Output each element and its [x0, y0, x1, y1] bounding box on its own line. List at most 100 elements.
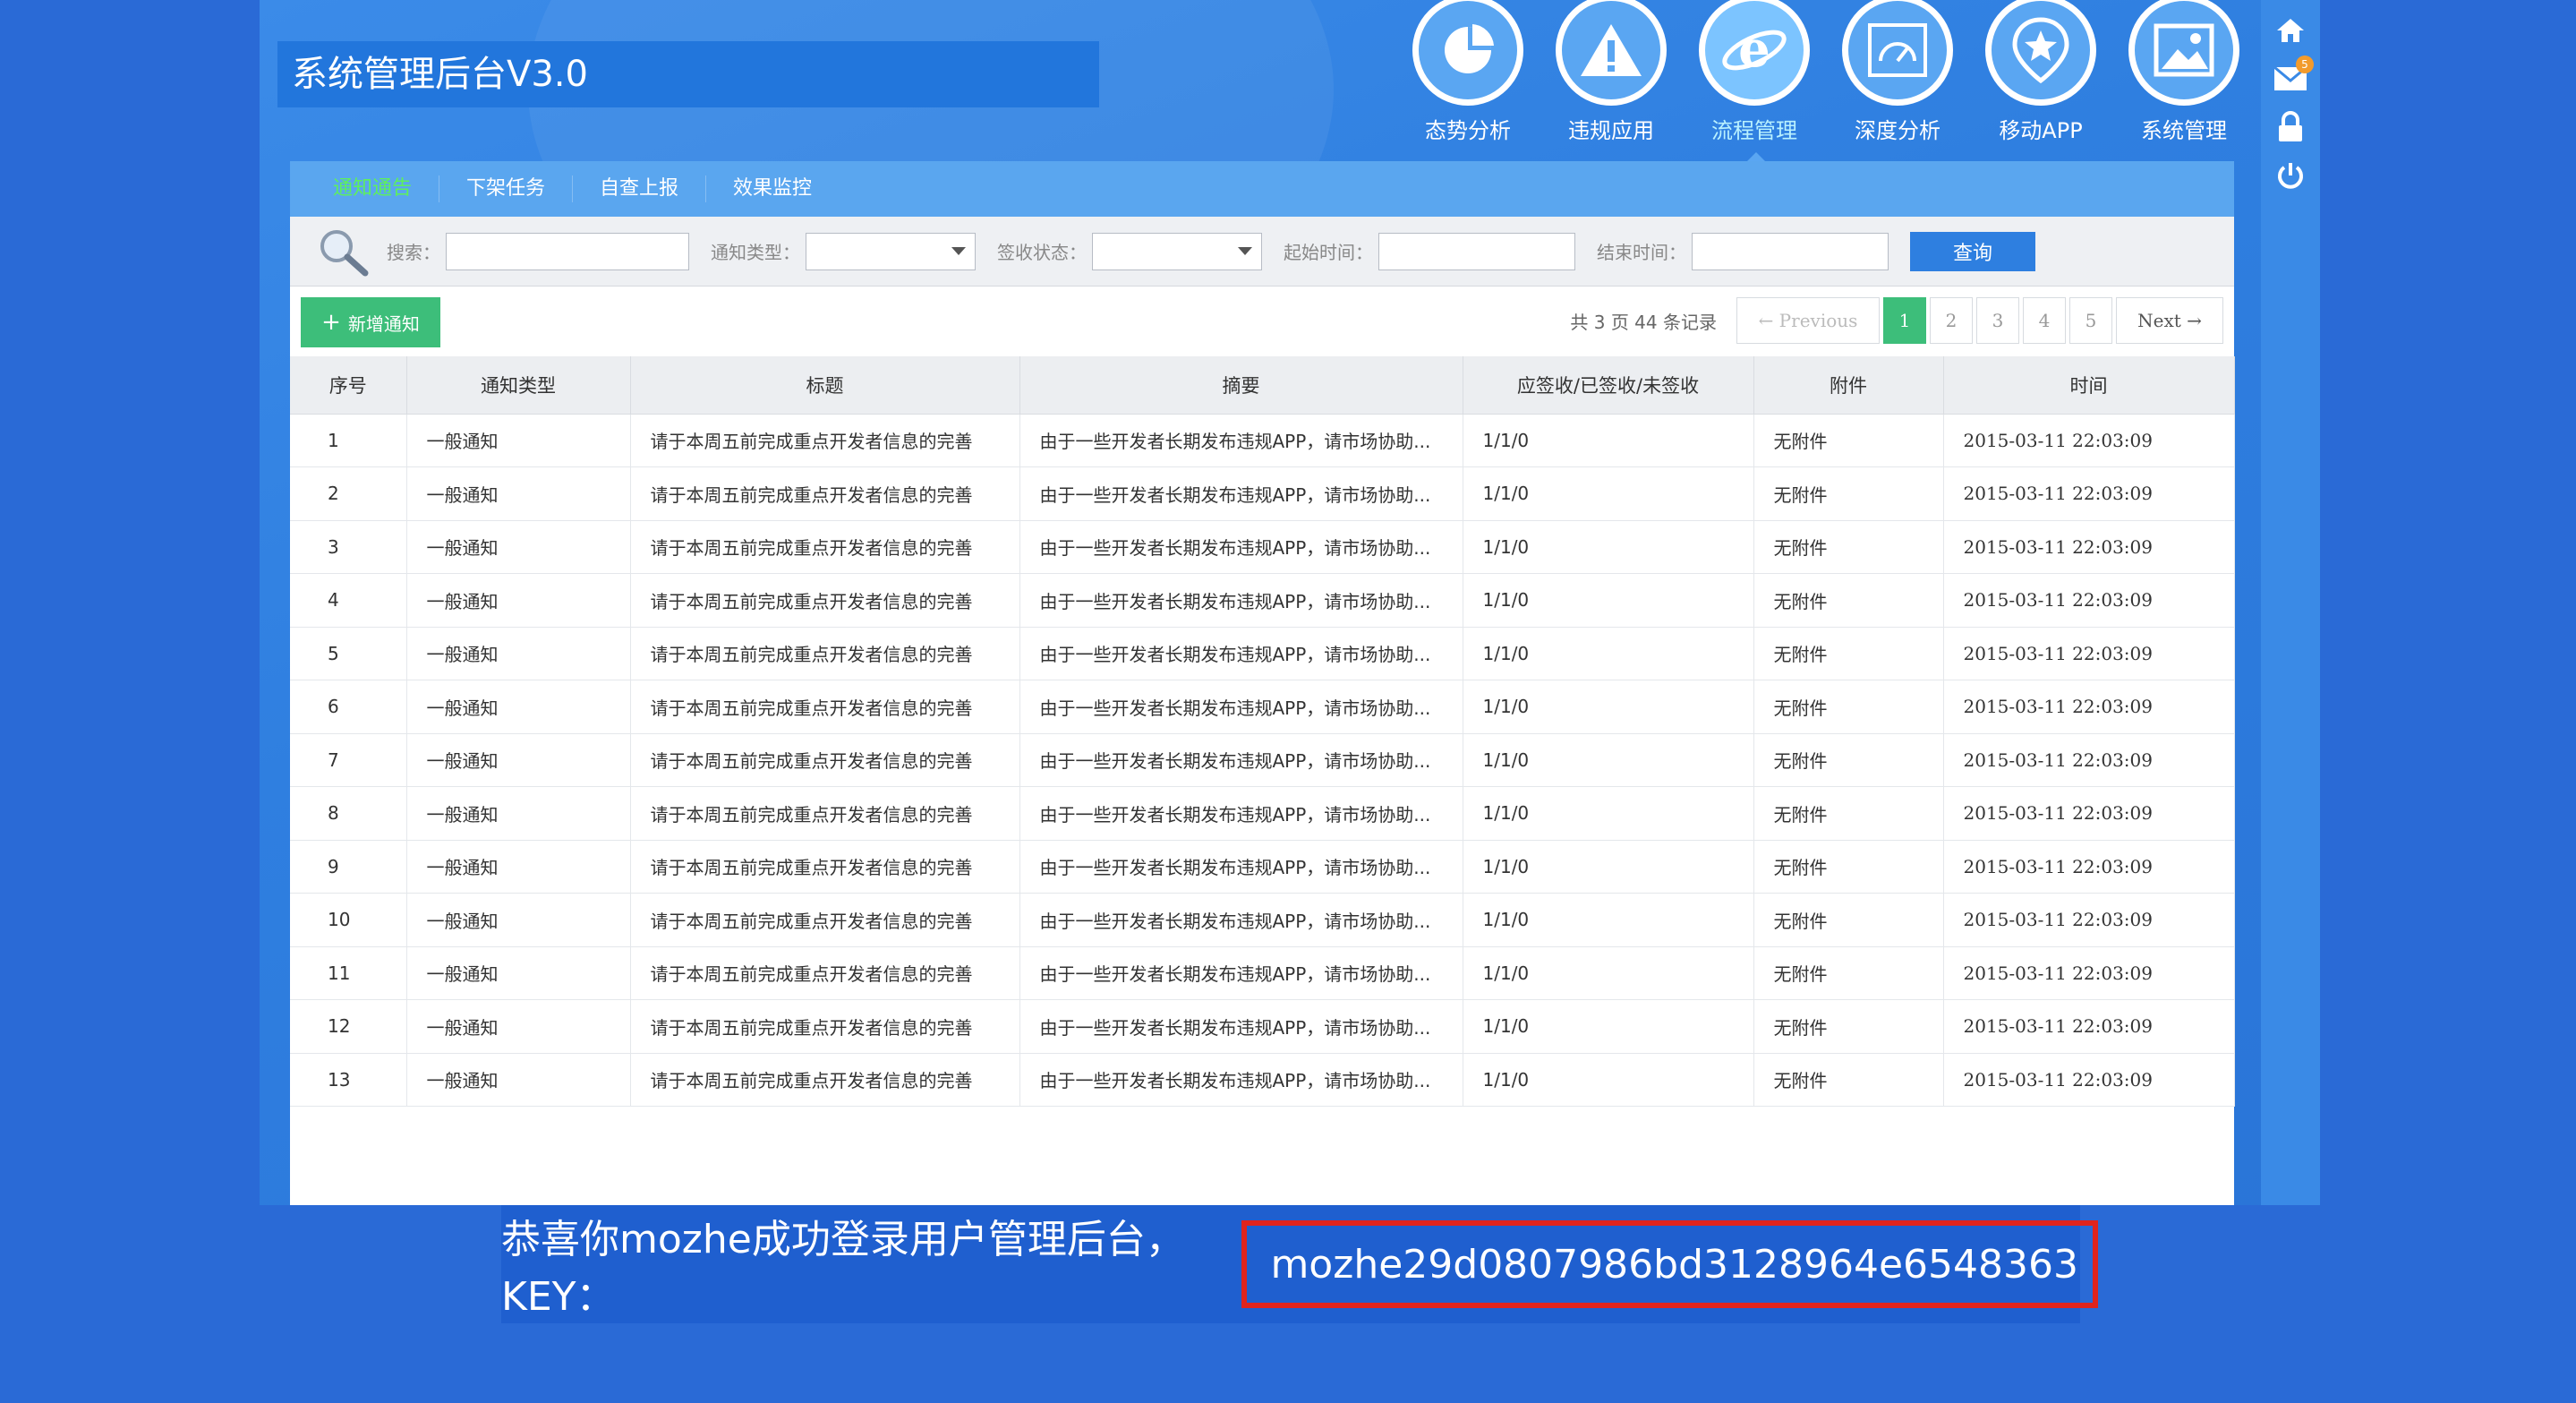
- add-notice-label: 新增通知: [347, 312, 420, 335]
- end-time-input[interactable]: [1692, 232, 1889, 270]
- page-button[interactable]: 4: [2023, 297, 2066, 344]
- page-button[interactable]: 1: [1883, 297, 1926, 344]
- cell-summary: 由于一些开发者长期发布违规APP，请市场协助...: [1019, 999, 1463, 1054]
- cell-sign-status: 1/1/0: [1463, 573, 1754, 628]
- power-icon[interactable]: [2273, 158, 2308, 193]
- nav-label: 违规应用: [1568, 118, 1654, 143]
- tab-self-report[interactable]: 自查上报: [573, 175, 707, 202]
- table-row[interactable]: 10 一般通知 请于本周五前完成重点开发者信息的完善 由于一些开发者长期发布违规APP…: [290, 893, 2235, 947]
- cell-time: 2015-03-11 22:03:09: [1943, 840, 2235, 894]
- tab-bar: 通知通告 下架任务 自查上报 效果监控: [290, 161, 2234, 217]
- page-button[interactable]: 2: [1930, 297, 1973, 344]
- type-select[interactable]: [806, 232, 976, 270]
- cell-summary: 由于一些开发者长期发布违规APP，请市场协助...: [1019, 733, 1463, 787]
- cell-summary: 由于一些开发者长期发布违规APP，请市场协助...: [1019, 893, 1463, 947]
- cell-type: 一般通知: [406, 786, 631, 841]
- nav-item-deep-analysis[interactable]: 深度分析: [1826, 0, 1969, 152]
- cell-title: 请于本周五前完成重点开发者信息的完善: [630, 840, 1020, 894]
- cell-type: 一般通知: [406, 680, 631, 734]
- table-row[interactable]: 11 一般通知 请于本周五前完成重点开发者信息的完善 由于一些开发者长期发布违规APP…: [290, 946, 2235, 1000]
- banner-message: 恭喜你mozhe成功登录用户管理后台，KEY：: [501, 1217, 1185, 1320]
- start-time-input[interactable]: [1378, 232, 1575, 270]
- column-header: 时间: [1943, 356, 2235, 415]
- cell-type: 一般通知: [406, 414, 631, 467]
- gauge-icon: [1842, 0, 1953, 106]
- prev-page-button[interactable]: ← Previous: [1736, 297, 1880, 344]
- home-icon[interactable]: [2273, 13, 2308, 48]
- cell-seq: 7: [290, 733, 407, 787]
- status-select[interactable]: [1092, 232, 1262, 270]
- cell-sign-status: 1/1/0: [1463, 466, 1754, 521]
- next-page-button[interactable]: Next →: [2116, 297, 2223, 344]
- column-header: 附件: [1753, 356, 1944, 415]
- browser-e-icon: e: [1699, 0, 1810, 106]
- page-button[interactable]: 5: [2069, 297, 2112, 344]
- cell-sign-status: 1/1/0: [1463, 733, 1754, 787]
- cell-title: 请于本周五前完成重点开发者信息的完善: [630, 999, 1020, 1054]
- table-row[interactable]: 5 一般通知 请于本周五前完成重点开发者信息的完善 由于一些开发者长期发布违规APP，…: [290, 627, 2235, 680]
- cell-time: 2015-03-11 22:03:09: [1943, 520, 2235, 574]
- nav-item-mobile-app[interactable]: 移动APP: [1969, 0, 2112, 152]
- cell-seq: 1: [290, 414, 407, 467]
- mail-icon[interactable]: 5: [2273, 56, 2314, 97]
- cell-attachment: 无附件: [1753, 1053, 1944, 1107]
- table-header-row: 序号 通知类型 标题 摘要 应签收/已签收/未签收 附件 时间: [290, 356, 2235, 415]
- cell-sign-status: 1/1/0: [1463, 999, 1754, 1054]
- column-header: 应签收/已签收/未签收: [1463, 356, 1754, 415]
- plus-icon: +: [321, 309, 341, 336]
- cell-sign-status: 1/1/0: [1463, 1053, 1754, 1107]
- table-row[interactable]: 1 一般通知 请于本周五前完成重点开发者信息的完善 由于一些开发者长期发布违规APP，…: [290, 414, 2235, 467]
- nav-item-process[interactable]: e 流程管理: [1683, 0, 1826, 165]
- page-button[interactable]: 3: [1976, 297, 2019, 344]
- cell-summary: 由于一些开发者长期发布违规APP，请市场协助...: [1019, 1053, 1463, 1107]
- nav-item-violation[interactable]: 违规应用: [1540, 0, 1683, 152]
- cell-title: 请于本周五前完成重点开发者信息的完善: [630, 520, 1020, 574]
- type-label: 通知类型：: [711, 242, 800, 263]
- table-row[interactable]: 12 一般通知 请于本周五前完成重点开发者信息的完善 由于一些开发者长期发布违规APP…: [290, 999, 2235, 1054]
- cell-seq: 10: [290, 893, 407, 947]
- status-label: 签收状态：: [997, 242, 1087, 263]
- query-button[interactable]: 查询: [1910, 231, 2035, 271]
- cell-seq: 5: [290, 627, 407, 680]
- search-bar: 搜索： 通知类型： 签收状态： 起始时间： 结束时间： 查询: [290, 217, 2234, 287]
- cell-attachment: 无附件: [1753, 520, 1944, 574]
- cell-seq: 2: [290, 466, 407, 521]
- cell-seq: 12: [290, 999, 407, 1054]
- cell-summary: 由于一些开发者长期发布违规APP，请市场协助...: [1019, 786, 1463, 841]
- cell-sign-status: 1/1/0: [1463, 893, 1754, 947]
- cell-attachment: 无附件: [1753, 680, 1944, 734]
- right-rail: 5: [2261, 0, 2320, 1205]
- table-row[interactable]: 3 一般通知 请于本周五前完成重点开发者信息的完善 由于一些开发者长期发布违规APP，…: [290, 520, 2235, 574]
- tab-notices[interactable]: 通知通告: [306, 175, 440, 202]
- cell-time: 2015-03-11 22:03:09: [1943, 786, 2235, 841]
- table-row[interactable]: 8 一般通知 请于本周五前完成重点开发者信息的完善 由于一些开发者长期发布违规APP，…: [290, 786, 2235, 841]
- tab-takedown-tasks[interactable]: 下架任务: [439, 175, 574, 202]
- cell-attachment: 无附件: [1753, 414, 1944, 467]
- cell-title: 请于本周五前完成重点开发者信息的完善: [630, 680, 1020, 734]
- table-row[interactable]: 7 一般通知 请于本周五前完成重点开发者信息的完善 由于一些开发者长期发布违规APP，…: [290, 733, 2235, 787]
- cell-seq: 11: [290, 946, 407, 1000]
- cell-time: 2015-03-11 22:03:09: [1943, 733, 2235, 787]
- notice-table: 序号 通知类型 标题 摘要 应签收/已签收/未签收 附件 时间 1 一般通知 请于本…: [290, 356, 2235, 1107]
- lock-icon[interactable]: [2273, 109, 2308, 145]
- column-header: 通知类型: [406, 356, 631, 415]
- cell-seq: 6: [290, 680, 407, 734]
- cell-sign-status: 1/1/0: [1463, 627, 1754, 680]
- nav-item-system[interactable]: 系统管理: [2112, 0, 2256, 152]
- cell-title: 请于本周五前完成重点开发者信息的完善: [630, 573, 1020, 628]
- tab-effect-monitor[interactable]: 效果监控: [706, 175, 839, 202]
- add-notice-button[interactable]: + 新增通知: [301, 297, 440, 347]
- cell-summary: 由于一些开发者长期发布违规APP，请市场协助...: [1019, 520, 1463, 574]
- pagination: 共 3 页 44 条记录 ← Previous 1 2 3 4 5 Next →: [1570, 297, 2223, 344]
- nav-item-situation[interactable]: 态势分析: [1396, 0, 1540, 152]
- table-row[interactable]: 4 一般通知 请于本周五前完成重点开发者信息的完善 由于一些开发者长期发布违规APP，…: [290, 573, 2235, 628]
- table-row[interactable]: 13 一般通知 请于本周五前完成重点开发者信息的完善 由于一些开发者长期发布违规APP…: [290, 1053, 2235, 1107]
- cell-type: 一般通知: [406, 1053, 631, 1107]
- cell-attachment: 无附件: [1753, 466, 1944, 521]
- table-row[interactable]: 2 一般通知 请于本周五前完成重点开发者信息的完善 由于一些开发者长期发布违规APP，…: [290, 466, 2235, 521]
- table-row[interactable]: 6 一般通知 请于本周五前完成重点开发者信息的完善 由于一些开发者长期发布违规APP，…: [290, 680, 2235, 734]
- search-input[interactable]: [446, 232, 689, 270]
- record-count: 共 3 页 44 条记录: [1570, 311, 1717, 333]
- cell-summary: 由于一些开发者长期发布违规APP，请市场协助...: [1019, 840, 1463, 894]
- table-row[interactable]: 9 一般通知 请于本周五前完成重点开发者信息的完善 由于一些开发者长期发布违规APP，…: [290, 840, 2235, 894]
